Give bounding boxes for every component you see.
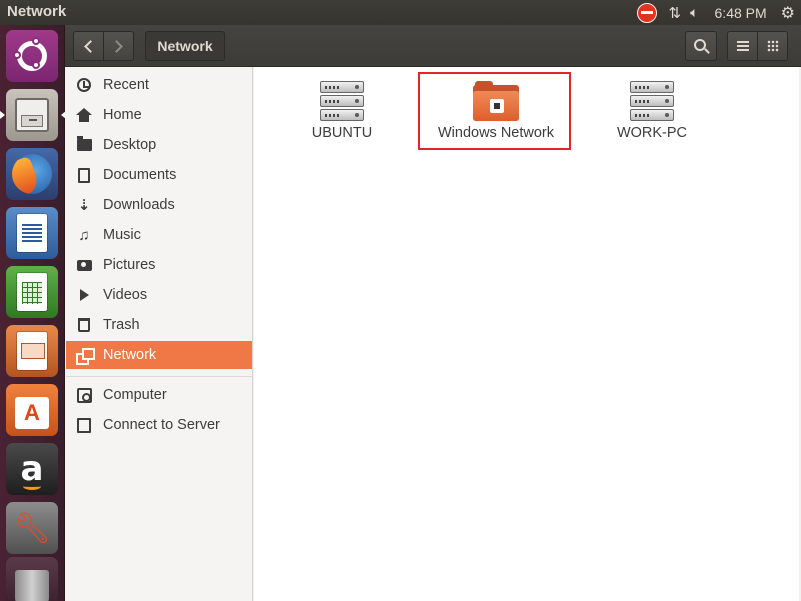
sidebar: Recent Home Desktop Documents ⇣ Download… [65,67,253,601]
ubuntu-logo-icon [13,37,47,71]
network-icon [76,348,95,365]
network-updown-icon[interactable]: ⇅ [669,0,681,25]
launcher-libreoffice-writer[interactable] [6,207,58,259]
network-item-work-pc[interactable]: WORK-PC [582,81,722,141]
back-button[interactable] [73,31,104,61]
sidebar-item-desktop[interactable]: Desktop [66,131,252,159]
sidebar-item-home[interactable]: Home [66,101,252,129]
connect-icon [77,417,91,433]
sidebar-item-label: Downloads [103,197,175,213]
sidebar-item-downloads[interactable]: ⇣ Downloads [66,191,252,219]
computer-icon [76,387,92,403]
firefox-icon [12,154,52,194]
network-item-ubuntu[interactable]: UBUNTU [272,81,412,141]
music-icon: ♫ [78,226,90,244]
software-bag-icon: A [15,397,49,429]
stop-icon[interactable] [636,2,657,23]
launcher-trash[interactable] [6,557,58,601]
trash-icon [78,318,90,332]
item-label: WORK-PC [616,125,688,141]
sidebar-item-recent[interactable]: Recent [66,71,252,99]
network-item-windows-network[interactable]: Windows Network [426,81,566,141]
sidebar-item-trash[interactable]: Trash [66,311,252,339]
sidebar-separator [66,376,252,377]
clock-indicator[interactable]: 6:48 PM [715,0,767,25]
launcher-system-settings[interactable]: 🔧︎ [6,502,58,554]
launcher-libreoffice-calc[interactable] [6,266,58,318]
writer-document-icon [17,214,47,252]
launcher-firefox[interactable] [6,148,58,200]
sidebar-item-computer[interactable]: Computer [66,381,252,409]
launcher-libreoffice-impress[interactable] [6,325,58,377]
clock-icon [77,78,91,92]
launcher: A a 🔧︎ [0,25,66,601]
network-folder-icon [473,81,519,121]
sidebar-item-label: Desktop [103,137,157,153]
calc-spreadsheet-icon [17,273,47,311]
item-label: UBUNTU [311,125,373,141]
sidebar-item-label: Network [103,347,157,363]
top-panel: Network ⇅ 🔈︎ 6:48 PM ⚙ [0,0,801,25]
sidebar-item-label: Computer [103,387,167,403]
window-title: Network [7,3,67,20]
search-button[interactable] [685,31,717,61]
sidebar-item-label: Pictures [103,257,156,273]
path-bar-network[interactable]: Network [145,31,225,61]
amazon-icon: a [20,449,44,490]
sidebar-item-label: Music [103,227,141,243]
server-icon [320,81,364,121]
sidebar-item-pictures[interactable]: Pictures [66,251,252,279]
launcher-ubuntu-dash[interactable] [6,30,58,82]
sidebar-item-connect-to-server[interactable]: Connect to Server [66,411,252,439]
sidebar-item-label: Documents [103,167,177,183]
launcher-ubuntu-software[interactable]: A [6,384,58,436]
sidebar-item-label: Connect to Server [103,417,220,433]
settings-wrench-icon: 🔧︎ [12,511,52,545]
camera-icon [76,259,92,271]
search-icon [693,38,706,51]
document-icon [78,167,90,183]
sidebar-item-network[interactable]: Network [66,341,252,369]
grid-view-icon [766,40,779,52]
grid-view-button[interactable] [757,31,788,61]
sidebar-item-music[interactable]: ♫ Music [66,221,252,249]
sidebar-item-label: Videos [103,287,148,303]
launcher-files[interactable] [0,89,66,141]
impress-presentation-icon [17,332,47,370]
forward-button[interactable] [103,31,134,61]
file-view: UBUNTU Windows Network WORK-PC [254,67,799,601]
header-bar: Network [65,25,801,67]
chevron-right-icon [110,39,123,53]
folder-icon [76,136,92,151]
file-cabinet-icon [15,98,49,132]
chevron-left-icon [84,39,97,53]
sidebar-item-documents[interactable]: Documents [66,161,252,189]
video-icon [79,289,89,301]
volume-icon[interactable]: 🔈︎ [690,0,698,25]
list-view-button[interactable] [727,31,758,61]
sidebar-item-label: Trash [103,317,140,333]
sidebar-item-label: Home [103,107,142,123]
indicator-area: ⇅ 🔈︎ 6:48 PM ⚙ [636,0,801,25]
home-icon [76,107,92,122]
trash-can-icon [15,570,49,601]
gear-icon[interactable]: ⚙ [781,0,795,25]
list-view-icon [736,41,749,51]
item-label: Windows Network [437,125,555,141]
server-icon [630,81,674,121]
download-icon: ⇣ [77,197,91,214]
launcher-amazon[interactable]: a [6,443,58,495]
sidebar-item-videos[interactable]: Videos [66,281,252,309]
sidebar-item-label: Recent [103,77,149,93]
